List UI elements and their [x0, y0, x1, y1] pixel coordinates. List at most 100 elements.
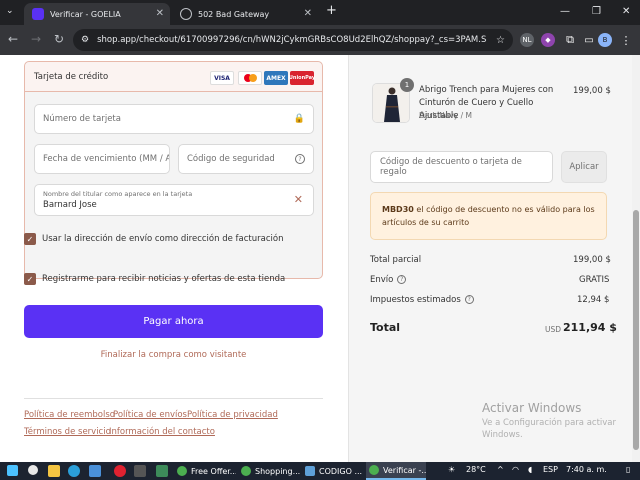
- tab-search-icon[interactable]: ⌄: [6, 6, 14, 16]
- language-indicator[interactable]: ESP: [543, 465, 558, 474]
- tax-value: 12,94 $: [577, 295, 610, 305]
- app-icon[interactable]: [134, 465, 146, 477]
- tab-bad-gateway[interactable]: 502 Bad Gateway ✕: [172, 3, 318, 25]
- guest-checkout-link[interactable]: Finalizar la compra como visitante: [24, 350, 323, 360]
- close-icon[interactable]: ✕: [156, 8, 164, 19]
- unionpay-icon: UnionPay: [289, 71, 315, 85]
- pay-now-button[interactable]: Pagar ahora: [24, 305, 323, 338]
- tab-title: Verificar - GOELIA: [50, 9, 121, 19]
- taskbar-app-codigo[interactable]: CODIGO ...: [302, 462, 364, 480]
- tray-chevron-icon[interactable]: ^: [497, 465, 504, 474]
- subtotal-label: Total parcial: [370, 255, 422, 265]
- opera-icon[interactable]: [114, 465, 126, 477]
- minimize-icon[interactable]: —: [560, 6, 570, 17]
- newsletter-checkbox[interactable]: ✓: [24, 273, 36, 285]
- cardholder-name-field[interactable]: Nombre del titular como aparece en la ta…: [34, 184, 314, 216]
- card-number-field[interactable]: Número de tarjeta 🔒: [34, 104, 314, 134]
- notification-icon[interactable]: ▯: [626, 465, 630, 474]
- help-icon[interactable]: ?: [397, 275, 407, 284]
- extension-icon[interactable]: NL: [520, 33, 534, 47]
- cardholder-name-value[interactable]: Barnard Jose: [43, 200, 305, 210]
- visa-icon: VISA: [210, 71, 234, 85]
- card-number-placeholder: Número de tarjeta: [43, 114, 121, 124]
- reload-icon[interactable]: ↻: [54, 32, 64, 46]
- edge-icon[interactable]: [68, 465, 80, 477]
- security-code-placeholder: Código de seguridad: [187, 154, 275, 164]
- shipping-policy-link[interactable]: Política de envíos: [113, 410, 187, 420]
- forward-icon[interactable]: →: [31, 32, 41, 46]
- divider: [24, 398, 323, 399]
- restore-icon[interactable]: ❐: [592, 6, 601, 17]
- shipping-value: GRATIS: [579, 275, 610, 285]
- product-price: 199,00 $: [573, 86, 611, 96]
- scrollbar-thumb[interactable]: [633, 210, 639, 450]
- lock-icon: 🔒: [293, 114, 305, 124]
- taskbar-app-free-offer[interactable]: Free Offer...: [174, 462, 236, 480]
- chrome-icon: [369, 465, 379, 475]
- chrome-icon: [177, 466, 187, 476]
- clear-icon[interactable]: ✕: [294, 193, 303, 206]
- puzzle-icon[interactable]: ⧉: [563, 33, 577, 47]
- refund-policy-link[interactable]: Política de reembolso: [24, 410, 115, 420]
- total-value: 211,94 $: [563, 321, 617, 334]
- contact-info-link[interactable]: Información del contacto: [109, 427, 215, 437]
- subtotal-value: 199,00 $: [573, 255, 611, 265]
- expiry-field[interactable]: Fecha de vencimiento (MM / AA): [34, 144, 170, 174]
- windows-start-icon[interactable]: [7, 465, 18, 476]
- globe-icon: [180, 8, 192, 20]
- total-label: Total: [370, 321, 401, 334]
- tax-label: Impuestos estimados: [370, 295, 461, 305]
- windows-watermark-title: Activar Windows: [482, 401, 582, 415]
- close-window-icon[interactable]: ✕: [622, 6, 630, 17]
- billing-checkbox[interactable]: ✓: [24, 233, 36, 245]
- apply-discount-button[interactable]: Aplicar: [561, 151, 607, 183]
- temperature[interactable]: 28°C: [466, 465, 486, 474]
- close-icon[interactable]: ✕: [304, 8, 312, 19]
- tab-title: 502 Bad Gateway: [198, 9, 270, 19]
- checkout-form: Tarjeta de crédito VISA AMEX UnionPay Nú…: [0, 55, 348, 462]
- address-bar[interactable]: ⚙ shop.app/checkout/61700997296/cn/hWN2j…: [73, 29, 513, 51]
- payment-card: Tarjeta de crédito VISA AMEX UnionPay Nú…: [24, 61, 323, 279]
- app-icon[interactable]: [156, 465, 168, 477]
- goelia-favicon-icon: [32, 8, 44, 20]
- new-tab-button[interactable]: +: [326, 3, 337, 18]
- store-icon[interactable]: [89, 465, 101, 477]
- notepad-icon: [305, 466, 315, 476]
- file-explorer-icon[interactable]: [48, 465, 60, 477]
- error-text: el código de descuento no es válido para…: [382, 205, 595, 227]
- tax-row: Impuestos estimados?: [370, 295, 474, 305]
- volume-icon[interactable]: ◖: [528, 465, 532, 474]
- windows-watermark-text: Ve a Configuración para activar Windows.: [482, 418, 617, 440]
- privacy-policy-link[interactable]: Política de privacidad: [187, 410, 278, 420]
- billing-checkbox-label: Usar la dirección de envío como direcció…: [42, 234, 284, 244]
- taskbar-app-verificar[interactable]: Verificar -...: [366, 462, 426, 480]
- sidebar-icon[interactable]: ▭: [582, 33, 596, 47]
- cardholder-name-label: Nombre del titular como aparece en la ta…: [43, 190, 193, 198]
- avatar[interactable]: B: [598, 33, 612, 47]
- taskbar-app-label: Free Offer...: [191, 466, 236, 476]
- url-text[interactable]: shop.app/checkout/61700997296/cn/hWN2jCy…: [97, 35, 487, 45]
- quantity-badge: 1: [400, 78, 414, 92]
- menu-icon[interactable]: ⋮: [619, 33, 633, 47]
- site-info-icon[interactable]: ⚙: [81, 35, 89, 45]
- bookmark-star-icon[interactable]: ☆: [496, 35, 505, 46]
- shipping-label: Envío: [370, 275, 394, 285]
- help-icon[interactable]: ?: [295, 154, 305, 164]
- wifi-icon[interactable]: ◠: [512, 465, 519, 474]
- product-variant: Dark Navy / M: [419, 111, 473, 120]
- terms-link[interactable]: Términos de servicio: [24, 427, 111, 437]
- security-code-field[interactable]: Código de seguridad ?: [178, 144, 314, 174]
- extension-icon[interactable]: ◆: [541, 33, 555, 47]
- back-icon[interactable]: ←: [8, 32, 18, 46]
- discount-code-input[interactable]: Código de descuento o tarjeta de regalo: [370, 151, 553, 183]
- weather-icon[interactable]: ☀: [448, 465, 455, 474]
- clock[interactable]: 7:40 a. m.: [566, 465, 607, 474]
- taskbar-app-label: Shopping...: [255, 466, 300, 476]
- search-icon[interactable]: [28, 465, 38, 475]
- discount-error-message: MBD30 el código de descuento no es válid…: [370, 192, 607, 240]
- tab-verificar[interactable]: Verificar - GOELIA ✕: [24, 3, 170, 25]
- taskbar-app-shopping[interactable]: Shopping...: [238, 462, 300, 480]
- help-icon[interactable]: ?: [464, 295, 474, 304]
- currency-code: USD: [545, 325, 562, 334]
- chrome-icon: [241, 466, 251, 476]
